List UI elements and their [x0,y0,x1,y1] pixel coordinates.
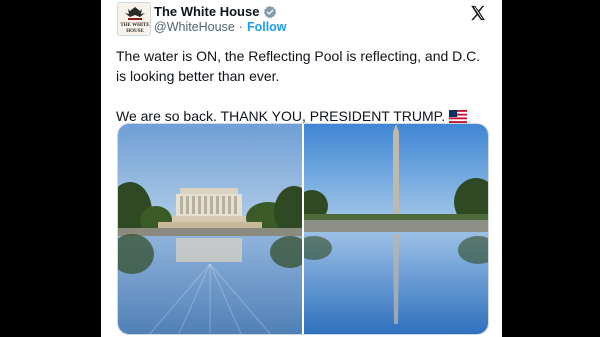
tweet-paragraph-1: The water is ON, the Reflecting Pool is … [116,48,481,84]
photo-lincoln-memorial[interactable] [118,124,302,334]
avatar[interactable]: THE WHITE HOUSE [117,2,151,36]
right-background [502,0,600,337]
left-background [0,0,101,337]
us-flag-icon [449,110,468,123]
separator: · [238,20,243,34]
washington-monument-photo [304,124,488,334]
lincoln-memorial-photo [118,124,302,334]
tweet-text: The water is ON, the Reflecting Pool is … [116,46,491,126]
tweet-card[interactable]: THE WHITE HOUSE The White House @WhiteHo… [101,0,502,337]
avatar-text-1: THE WHITE [120,23,150,28]
white-house-seal-icon: THE WHITE HOUSE [118,3,150,35]
x-logo-icon[interactable] [469,4,487,22]
author-name[interactable]: The White House [154,4,259,19]
tweet-paragraph-2: We are so back. THANK YOU, PRESIDENT TRU… [116,108,446,124]
verified-badge-icon [264,5,277,18]
author-handle-row: @WhiteHouse · Follow [154,20,287,34]
avatar-text-2: HOUSE [126,29,144,34]
author-handle[interactable]: @WhiteHouse [154,20,235,34]
author-name-row: The White House [154,4,277,19]
media-grid [117,123,489,335]
photo-washington-monument[interactable] [304,124,488,334]
follow-button[interactable]: Follow [247,20,287,34]
